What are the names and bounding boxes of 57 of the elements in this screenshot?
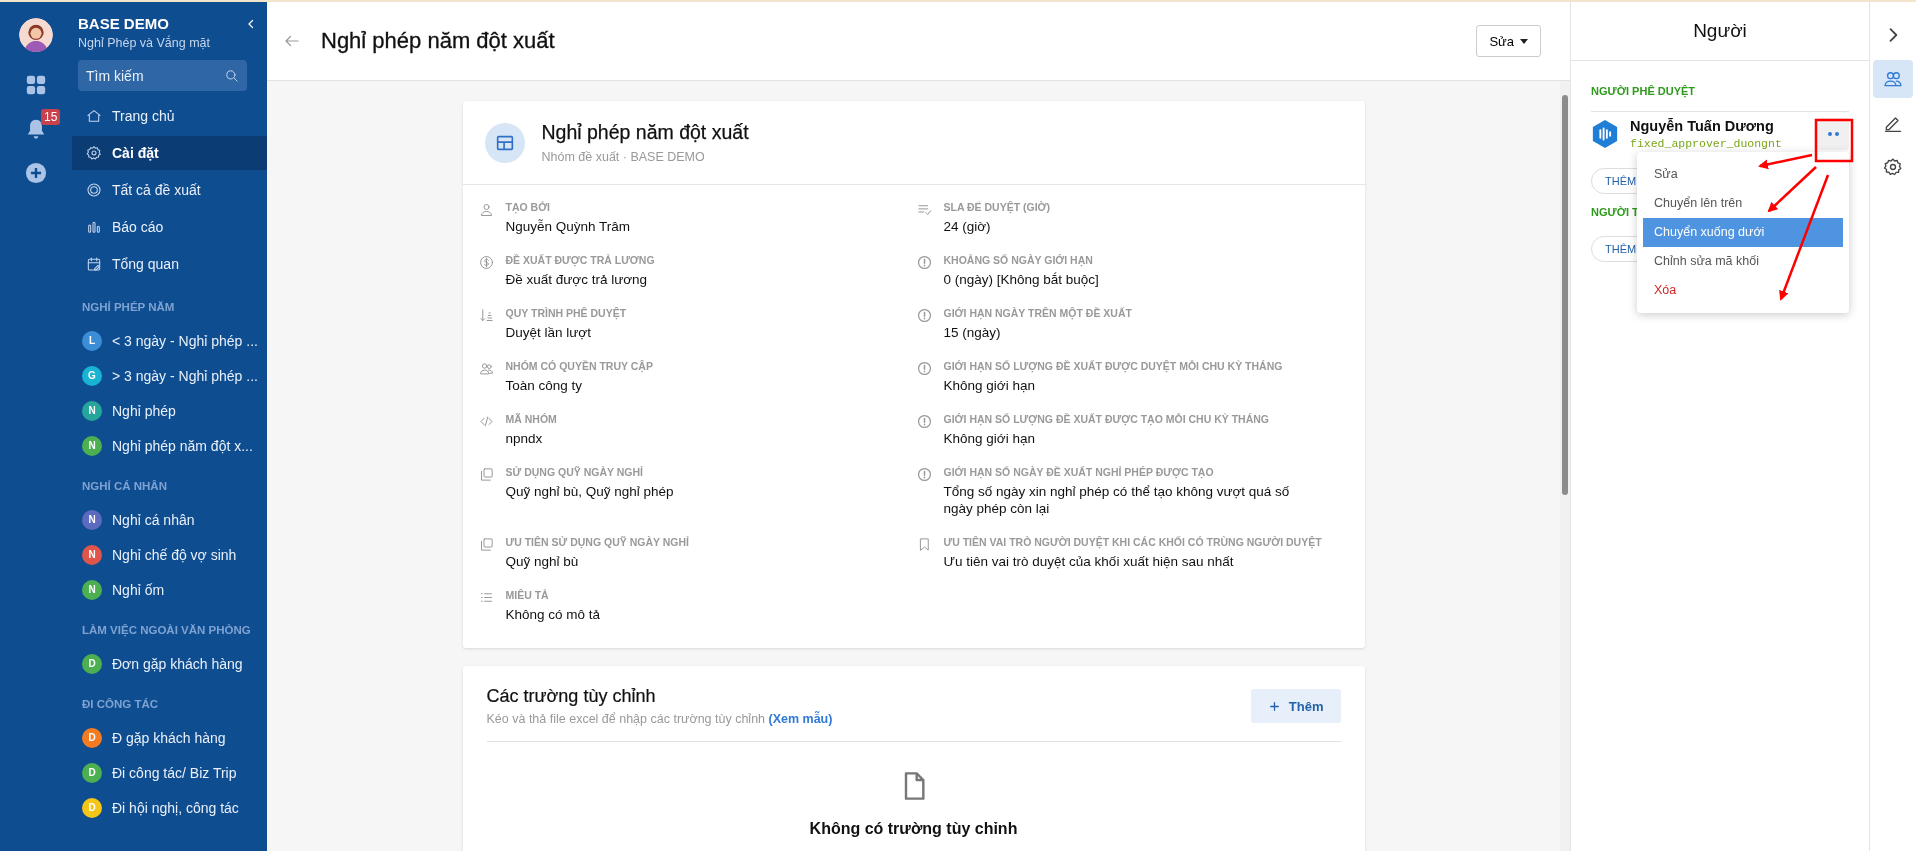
workspace-title: BASE DEMO [78, 15, 169, 32]
section-title: Các trường tùy chỉnh [486, 686, 657, 707]
letter-avatar: N [82, 544, 102, 565]
field-value: 0 (ngày) [Không bắt buộc] [943, 271, 1099, 288]
field-label: QUY TRÌNH PHÊ DUYỆT [505, 307, 627, 319]
letter-avatar: G [82, 365, 102, 386]
field-label: GIỚI HẠN SỐ NGÀY ĐỀ XUẤT NGHỈ PHÉP ĐƯỢC TẠO [943, 466, 1215, 478]
field-value: npndx [505, 430, 544, 447]
field-label: ƯU TIÊN SỬ DỤNG QUỸ NGÀY NGHỈ [505, 536, 689, 548]
section-heading: ĐI CÔNG TÁC [81, 697, 160, 712]
field-value: Không có mô tả [505, 606, 601, 623]
approver-code: fixed_approver_duongnt [1630, 137, 1782, 150]
field-value: Ưu tiên vai trò duyệt của khối xuất hiện sau nhất [943, 553, 1235, 570]
section-heading: NGƯỜI PHÊ DUYỆT [1591, 85, 1697, 97]
field-value: Tổng số ngày xin nghỉ phép có thể tạo không vượt quá số ngày phép còn lại [943, 483, 1291, 517]
field-label: GIỚI HẠN SỐ LƯỢNG ĐỀ XUẤT ĐƯỢC TẠO MỖI CHU KỲ THÁNG [943, 413, 1269, 425]
field-value: Duyệt lần lượt [505, 324, 592, 341]
field-label: ĐỀ XUẤT ĐƯỢC TRẢ LƯƠNG [505, 254, 655, 266]
field-value: Không giới hạn [943, 430, 1036, 447]
field-value: Quỹ nghỉ bù [505, 553, 580, 570]
section-heading: LÀM VIỆC NGOÀI VĂN PHÒNG [81, 623, 252, 639]
letter-avatar: N [82, 435, 102, 456]
field-value: 15 (ngày) [943, 324, 1002, 341]
workspace-subtitle: Nghỉ Phép và Vắng mặt [78, 36, 212, 50]
field-value: Quỹ nghỉ bù, Quỹ nghỉ phép [505, 483, 674, 500]
field-label: MÃ NHÓM [505, 413, 557, 425]
field-value: 24 (giờ) [943, 218, 992, 235]
card-subtitle: Nhóm đề xuất · BASE DEMO [541, 150, 706, 164]
field-label: SỬ DỤNG QUỸ NGÀY NGHỈ [505, 466, 644, 478]
letter-avatar: N [82, 509, 102, 530]
field-value: Không giới hạn [943, 377, 1036, 394]
field-label: GIỚI HẠN NGÀY TRÊN MỘT ĐỀ XUẤT [943, 307, 1132, 319]
letter-avatar: D [82, 762, 102, 783]
field-label: MIÊU TẢ [505, 589, 550, 601]
page-title: Nghỉ phép năm đột xuất [321, 28, 556, 54]
empty-message: Không có trường tùy chỉnh [809, 820, 1018, 838]
section-heading: NGHỈ PHÉP NĂM [81, 300, 176, 315]
letter-avatar: N [82, 579, 102, 600]
field-value: Đề xuất được trả lương [505, 271, 649, 288]
field-label: KHOẢNG SỐ NGÀY GIỚI HẠN [943, 254, 1094, 266]
field-label: GIỚI HẠN SỐ LƯỢNG ĐỀ XUẤT ĐƯỢC DUYỆT MỖI CHU KỲ THÁNG [943, 360, 1283, 372]
card-title: Nghỉ phép năm đột xuất [541, 121, 749, 144]
letter-avatar: N [82, 400, 102, 421]
letter-avatar: D [82, 727, 102, 748]
field-value: Toàn công ty [505, 377, 584, 394]
field-value: Nguyễn Quỳnh Trâm [505, 218, 631, 235]
letter-avatar: L [82, 330, 102, 351]
notification-badge: 15 [41, 109, 61, 125]
approver-name: Nguyễn Tuấn Dương [1630, 118, 1775, 134]
field-label: NHÓM CÓ QUYỀN TRUY CẬP [505, 360, 653, 372]
letter-avatar: D [82, 797, 102, 818]
section-heading: NGHỈ CÁ NHÂN [81, 479, 168, 494]
field-label: SLA ĐỂ DUYỆT (GIỜ) [943, 201, 1051, 213]
hint-text: Kéo và thả file excel để nhập các trường tùy chỉnh (Xem mẫu) [486, 712, 833, 726]
field-label: ƯU TIÊN VAI TRÒ NGƯỜI DUYỆT KHI CÁC KHỐI CÓ TRÙNG NGƯỜI DUYỆT [943, 536, 1322, 548]
letter-avatar: D [82, 653, 102, 674]
field-label: TẠO BỞI [505, 201, 552, 213]
